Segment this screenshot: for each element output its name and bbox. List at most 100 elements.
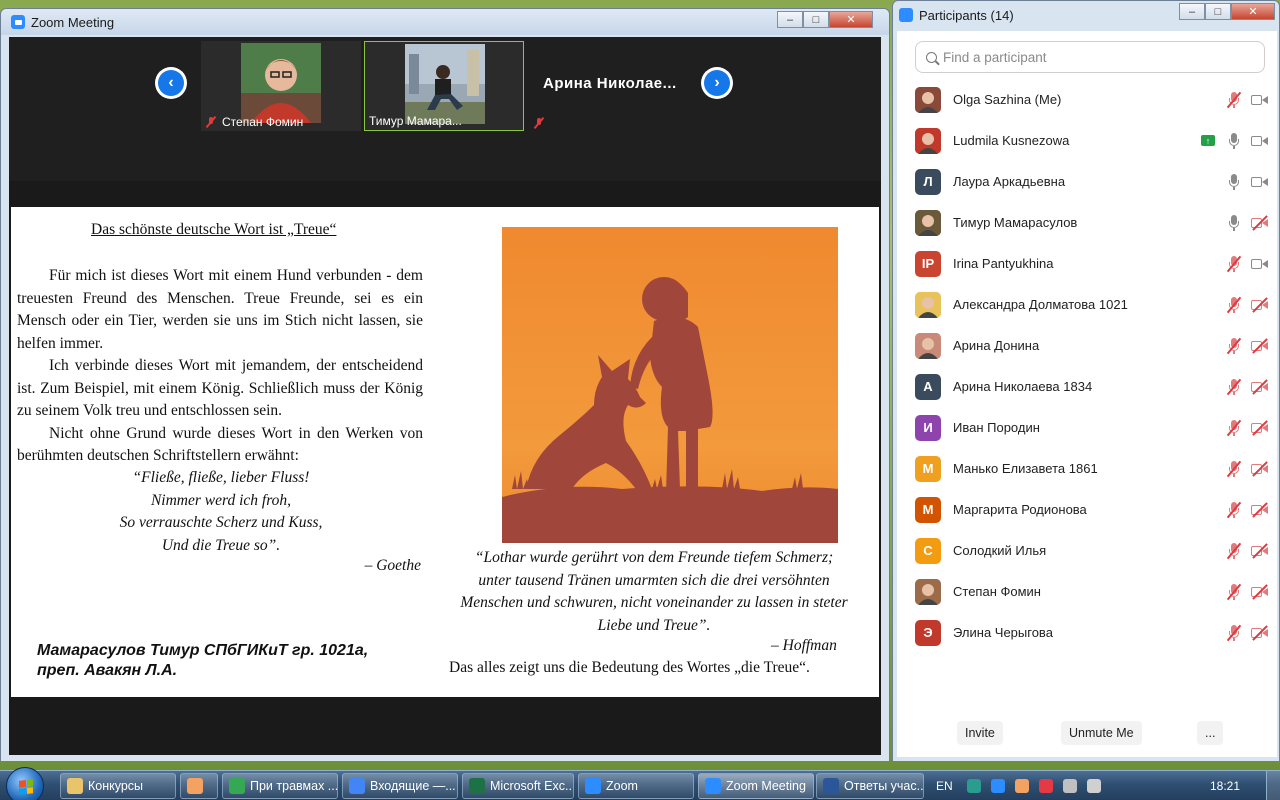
network-icon[interactable] bbox=[1086, 779, 1101, 793]
app-icon bbox=[585, 778, 601, 794]
participant-row[interactable]: А Арина Николаева 1834 bbox=[897, 366, 1277, 407]
participant-name: Irina Pantyukhina bbox=[953, 256, 1054, 271]
participant-row[interactable]: Тимур Мамарасулов bbox=[897, 202, 1277, 243]
next-page-button[interactable]: › bbox=[701, 67, 733, 99]
participants-panel: Find a participant Olga Sazhina (Me) Ludm… bbox=[897, 31, 1277, 757]
mic-icon bbox=[1227, 214, 1241, 231]
taskbar-button-label: Microsoft Exc... bbox=[490, 779, 574, 793]
participant-row[interactable]: М Манько Елизавета 1861 bbox=[897, 448, 1277, 489]
chevron-right-icon: › bbox=[704, 70, 730, 96]
participant-row[interactable]: Э Элина Черыгова bbox=[897, 612, 1277, 653]
avatar: М bbox=[915, 455, 941, 482]
slide-conclusion: Das alles zeigt uns die Bedeutung des Wo… bbox=[449, 659, 810, 676]
taskbar-button[interactable]: Конкурсы bbox=[60, 773, 176, 799]
video-tile-active-speaker[interactable]: Тимур Мамара... bbox=[364, 41, 524, 131]
participant-name: Манько Елизавета 1861 bbox=[953, 461, 1098, 476]
avatar: А bbox=[915, 373, 941, 400]
close-button[interactable]: ✕ bbox=[829, 11, 873, 28]
poem-line: “Fließe, fließe, lieber Fluss! bbox=[132, 469, 310, 486]
participant-photo bbox=[405, 44, 485, 124]
zoom-tray-icon[interactable] bbox=[990, 779, 1005, 793]
close-button[interactable]: ✕ bbox=[1231, 3, 1275, 20]
poem-line: So verrauschte Scherz und Kuss, bbox=[119, 514, 323, 531]
more-button[interactable]: ... bbox=[1197, 721, 1224, 745]
muted-mic-icon bbox=[205, 116, 217, 128]
taskbar-button[interactable]: Microsoft Exc... bbox=[462, 773, 574, 799]
avatar: Л bbox=[915, 168, 941, 195]
participant-row[interactable]: Арина Донина bbox=[897, 325, 1277, 366]
participant-name: Солодкий Илья bbox=[953, 543, 1047, 558]
taskbar-button[interactable] bbox=[180, 773, 218, 799]
taskbar-button-label: Конкурсы bbox=[88, 779, 144, 793]
slide-author-credit: Мамарасулов Тимур СПбГИКиТ гр. 1021а, пр… bbox=[37, 641, 368, 681]
tile-name: Тимур Мамара... bbox=[369, 114, 462, 128]
video-icon bbox=[1251, 176, 1269, 188]
video-off-icon bbox=[1251, 504, 1269, 516]
taskbar-button[interactable]: При травмах ... bbox=[222, 773, 338, 799]
language-indicator[interactable]: EN bbox=[936, 779, 953, 793]
taskbar-button[interactable]: Zoom Meeting bbox=[698, 773, 814, 799]
video-off-icon bbox=[1251, 627, 1269, 639]
window-controls: – □ ✕ bbox=[777, 11, 873, 28]
participant-name: Лаура Аркадьевна bbox=[953, 174, 1066, 189]
avatar: С bbox=[915, 537, 941, 564]
participant-row[interactable]: IP Irina Pantyukhina bbox=[897, 243, 1277, 284]
app-icon bbox=[229, 778, 245, 794]
taskbar-button[interactable]: Zoom bbox=[578, 773, 694, 799]
muted-mic-icon bbox=[1227, 296, 1241, 313]
windows-taskbar: Конкурсы При травмах ... Входящие —... Micr… bbox=[0, 767, 1280, 800]
muted-mic-icon bbox=[1227, 255, 1241, 272]
video-tile[interactable]: Степан Фомин bbox=[201, 41, 361, 131]
window-title: Zoom Meeting bbox=[31, 14, 115, 30]
participant-row[interactable]: Ludmila Kusnezowa ↑ bbox=[897, 120, 1277, 161]
invite-button[interactable]: Invite bbox=[957, 721, 1003, 745]
muted-mic-icon bbox=[1227, 91, 1241, 108]
muted-mic-icon bbox=[1227, 542, 1241, 559]
participant-row[interactable]: Александра Долматова 1021 bbox=[897, 284, 1277, 325]
minimize-button[interactable]: – bbox=[777, 11, 803, 28]
muted-mic-icon bbox=[1227, 419, 1241, 436]
participant-name: Степан Фомин bbox=[953, 584, 1041, 599]
start-button[interactable] bbox=[6, 767, 44, 800]
previous-page-button[interactable]: ‹ bbox=[155, 67, 187, 99]
meeting-content: ‹ Степан Фомин Тимур Мамара... Арина Ник… bbox=[9, 37, 881, 755]
tray-app-icon[interactable] bbox=[1014, 779, 1029, 793]
tile-name: Степан Фомин bbox=[222, 115, 304, 129]
participant-row[interactable]: Olga Sazhina (Me) bbox=[897, 79, 1277, 120]
participant-row[interactable]: М Маргарита Родионова bbox=[897, 489, 1277, 530]
clock[interactable]: 18:21 bbox=[1210, 779, 1240, 793]
video-off-icon bbox=[1251, 217, 1269, 229]
search-input[interactable]: Find a participant bbox=[915, 41, 1265, 73]
muted-mic-icon bbox=[1227, 501, 1241, 518]
avatar bbox=[915, 127, 941, 154]
video-off-icon bbox=[1251, 422, 1269, 434]
teacher-line: преп. Авакян Л.А. bbox=[37, 662, 178, 679]
app-icon bbox=[187, 778, 203, 794]
participant-row[interactable]: И Иван Породин bbox=[897, 407, 1277, 448]
huawei-icon[interactable] bbox=[1038, 779, 1053, 793]
video-icon bbox=[1251, 258, 1269, 270]
participant-row[interactable]: Л Лаура Аркадьевна bbox=[897, 161, 1277, 202]
maximize-button[interactable]: □ bbox=[1205, 3, 1231, 20]
participant-list: Olga Sazhina (Me) Ludmila Kusnezowa ↑ Л Лаур… bbox=[897, 79, 1277, 653]
sound-icon[interactable] bbox=[1062, 779, 1077, 793]
maximize-button[interactable]: □ bbox=[803, 11, 829, 28]
hoffman-quote: “Lothar wurde gerührt von dem Freunde ti… bbox=[460, 549, 848, 634]
video-off-icon bbox=[1251, 463, 1269, 475]
unmute-me-button[interactable]: Unmute Me bbox=[1061, 721, 1142, 745]
taskbar-button[interactable]: Входящие —... bbox=[342, 773, 458, 799]
avatar: IP bbox=[915, 250, 941, 277]
slide-title: Das schönste deutsche Wort ist „Treue“ bbox=[91, 221, 337, 238]
participant-row[interactable]: С Солодкий Илья bbox=[897, 530, 1277, 571]
goethe-poem: “Fließe, fließe, lieber Fluss! Nimmer we… bbox=[101, 467, 341, 557]
participant-row[interactable]: Степан Фомин bbox=[897, 571, 1277, 612]
video-tile[interactable]: Арина Николае... bbox=[527, 41, 687, 131]
minimize-button[interactable]: – bbox=[1179, 3, 1205, 20]
tray-app-icon[interactable] bbox=[966, 779, 981, 793]
participant-name: Olga Sazhina (Me) bbox=[953, 92, 1062, 107]
zoom-title-bar[interactable]: Zoom Meeting bbox=[1, 9, 889, 35]
app-icon bbox=[823, 778, 839, 794]
show-desktop-button[interactable] bbox=[1266, 771, 1280, 800]
taskbar-button[interactable]: Ответы учас... bbox=[816, 773, 924, 799]
participant-name: Арина Донина bbox=[953, 338, 1040, 353]
